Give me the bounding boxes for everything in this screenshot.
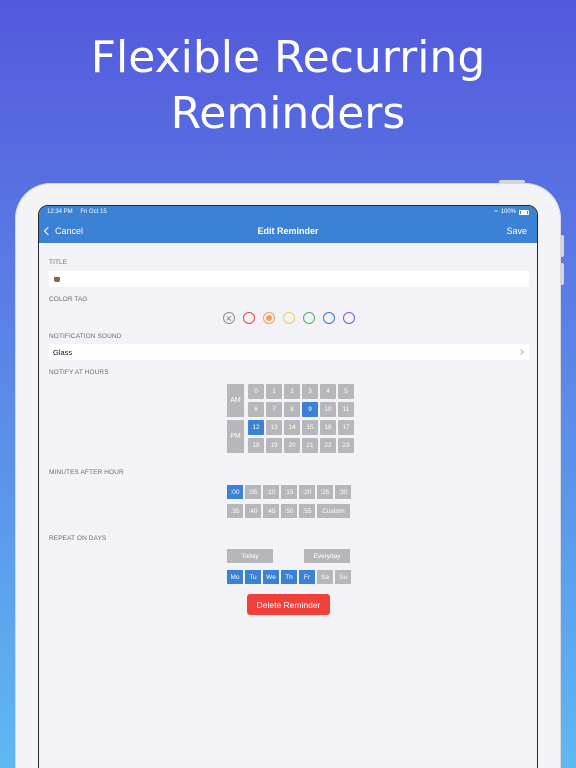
- color-option-yellow[interactable]: [283, 312, 295, 324]
- promo-headline: Flexible Recurring Reminders: [0, 30, 576, 142]
- minute-cell-20[interactable]: :20: [299, 485, 315, 499]
- minute-cell-05[interactable]: :05: [245, 485, 261, 499]
- page-title: Edit Reminder: [257, 225, 319, 236]
- hour-cell-18[interactable]: 18: [248, 438, 264, 453]
- hour-cell-4[interactable]: 4: [320, 384, 336, 399]
- hour-cell-11[interactable]: 11: [338, 402, 354, 417]
- ipad-volume-up: [560, 235, 564, 257]
- repeat-section-label: REPEAT ON DAYS: [49, 535, 107, 542]
- hour-cell-8[interactable]: 8: [284, 402, 300, 417]
- hour-cell-6[interactable]: 6: [248, 402, 264, 417]
- status-time: 12:34 PM: [47, 209, 73, 215]
- color-option-red[interactable]: [243, 312, 255, 324]
- day-button-fr[interactable]: Fr: [299, 570, 315, 584]
- hour-cell-1[interactable]: 1: [266, 384, 282, 399]
- hour-cell-5[interactable]: 5: [338, 384, 354, 399]
- hour-cell-23[interactable]: 23: [338, 438, 354, 453]
- chevron-left-icon: [43, 226, 53, 235]
- hour-cell-16[interactable]: 16: [320, 420, 336, 435]
- hour-cell-21[interactable]: 21: [302, 438, 318, 453]
- day-button-we[interactable]: We: [263, 570, 279, 584]
- day-button-tu[interactable]: Tu: [245, 570, 261, 584]
- reminder-form: TITLE COLOR TAG NOTIFICATION SOUND Glass…: [39, 243, 537, 768]
- minute-cell-custom[interactable]: Custom: [317, 504, 350, 518]
- color-option-purple[interactable]: [343, 312, 355, 324]
- ipad-volume-down: [560, 263, 564, 285]
- sound-field[interactable]: Glass: [49, 344, 529, 360]
- coffee-cup-icon: [54, 276, 60, 282]
- day-button-sa[interactable]: Sa: [317, 570, 333, 584]
- minute-cell-50[interactable]: :50: [281, 504, 297, 518]
- sound-section-label: NOTIFICATION SOUND: [49, 333, 122, 340]
- color-option-none[interactable]: [223, 312, 235, 324]
- minute-cell-40[interactable]: :40: [245, 504, 261, 518]
- minute-cell-30[interactable]: :30: [335, 485, 351, 499]
- battery-percent: 100%: [500, 209, 516, 215]
- color-tag-section-label: COLOR TAG: [49, 296, 88, 303]
- pm-toggle[interactable]: PM: [227, 420, 244, 453]
- ipad-top-button: [499, 180, 525, 184]
- battery-icon: [519, 209, 529, 215]
- hour-cell-10[interactable]: 10: [320, 402, 336, 417]
- hour-cell-20[interactable]: 20: [284, 438, 300, 453]
- hour-cell-0[interactable]: 0: [248, 384, 264, 399]
- hour-cell-15[interactable]: 15: [302, 420, 318, 435]
- color-option-orange[interactable]: [263, 312, 275, 324]
- nav-bar: Cancel Edit Reminder Save: [39, 218, 537, 243]
- color-tag-picker: [39, 312, 537, 324]
- day-button-th[interactable]: Th: [281, 570, 297, 584]
- minutes-section-label: MINUTES AFTER HOUR: [49, 469, 124, 476]
- wifi-icon: ≈: [494, 209, 498, 215]
- hour-cell-12[interactable]: 12: [248, 420, 264, 435]
- status-date: Fri Oct 15: [80, 209, 107, 215]
- am-toggle[interactable]: AM: [227, 384, 244, 417]
- everyday-button[interactable]: Everyday: [304, 549, 350, 563]
- day-button-su[interactable]: Su: [335, 570, 351, 584]
- headline-line-1: Flexible Recurring: [90, 32, 486, 83]
- title-field[interactable]: [49, 271, 529, 287]
- minute-cell-35[interactable]: :35: [227, 504, 243, 518]
- sound-value: Glass: [53, 347, 73, 357]
- delete-reminder-button[interactable]: Delete Reminder: [247, 594, 330, 615]
- hour-cell-3[interactable]: 3: [302, 384, 318, 399]
- title-section-label: TITLE: [49, 259, 68, 266]
- minute-cell-45[interactable]: :45: [263, 504, 279, 518]
- hour-cell-17[interactable]: 17: [338, 420, 354, 435]
- hour-cell-13[interactable]: 13: [266, 420, 282, 435]
- headline-line-2: Reminders: [170, 88, 406, 139]
- app-screen: 12:34 PM Fri Oct 15 ≈ 100% Cancel Edit R…: [38, 205, 538, 768]
- minute-cell-15[interactable]: :15: [281, 485, 297, 499]
- chevron-right-icon: [518, 349, 524, 355]
- minute-cell-25[interactable]: :25: [317, 485, 333, 499]
- day-button-mo[interactable]: Mo: [227, 570, 243, 584]
- hour-cell-14[interactable]: 14: [284, 420, 300, 435]
- hour-cell-22[interactable]: 22: [320, 438, 336, 453]
- ipad-frame: 12:34 PM Fri Oct 15 ≈ 100% Cancel Edit R…: [15, 180, 564, 768]
- save-button[interactable]: Save: [506, 226, 527, 236]
- cancel-label: Cancel: [55, 225, 84, 236]
- minute-cell-00[interactable]: :00: [227, 485, 243, 499]
- minute-cell-55[interactable]: :55: [299, 504, 315, 518]
- hour-cell-2[interactable]: 2: [284, 384, 300, 399]
- cancel-button[interactable]: Cancel: [43, 225, 84, 236]
- color-option-green[interactable]: [303, 312, 315, 324]
- today-button[interactable]: Today: [227, 549, 273, 563]
- hour-cell-7[interactable]: 7: [266, 402, 282, 417]
- hour-cell-9[interactable]: 9: [302, 402, 318, 417]
- minute-cell-10[interactable]: :10: [263, 485, 279, 499]
- color-option-blue[interactable]: [323, 312, 335, 324]
- hours-section-label: NOTIFY AT HOURS: [49, 369, 109, 376]
- hour-cell-19[interactable]: 19: [266, 438, 282, 453]
- status-bar: 12:34 PM Fri Oct 15 ≈ 100%: [39, 206, 537, 218]
